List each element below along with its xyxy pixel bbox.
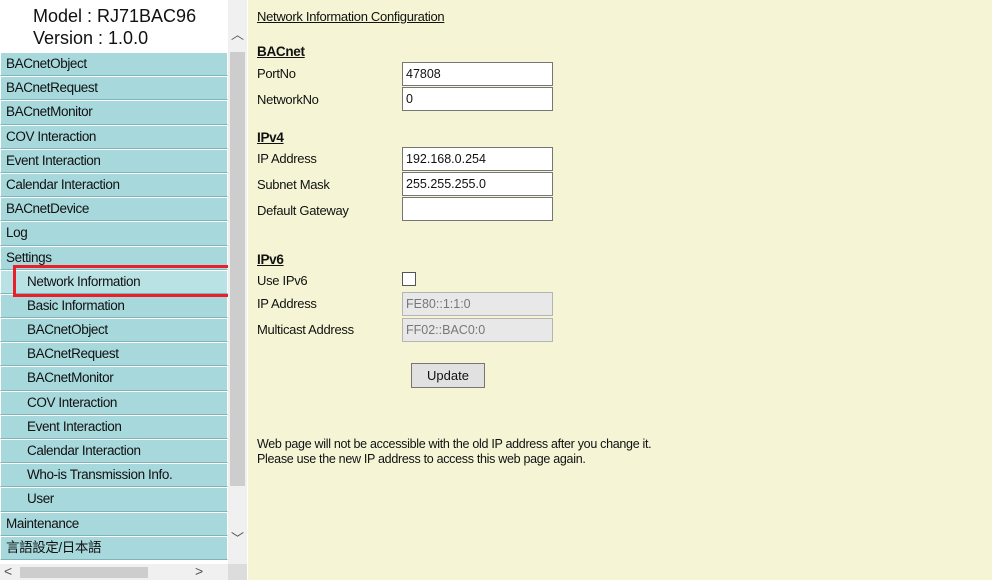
ipv4-heading: IPv4	[257, 130, 284, 145]
navigation-menu: BACnetObject BACnetRequest BACnetMonitor CO…	[0, 52, 228, 560]
port-no-label: PortNo	[257, 66, 296, 81]
menu-item-top-language[interactable]: 言語設定/日本語	[0, 535, 228, 560]
default-gateway-input[interactable]	[402, 197, 553, 221]
menu-item-sub-who-is-transmission-info[interactable]: Who-is Transmission Info.	[0, 463, 228, 488]
menu-item-top-settings[interactable]: Settings	[0, 245, 228, 270]
menu-item-sub-user[interactable]: User	[0, 487, 228, 512]
bacnet-heading: BACnet	[257, 44, 305, 59]
menu-item-top-maintenance[interactable]: Maintenance	[0, 511, 228, 536]
ipv6-heading: IPv6	[257, 252, 284, 267]
warning-note-line-2: Please use the new IP address to access …	[257, 452, 586, 466]
scroll-up-icon[interactable]: ︿	[228, 24, 247, 43]
default-gateway-label: Default Gateway	[257, 203, 349, 218]
ipv4-address-label: IP Address	[257, 151, 317, 166]
use-ipv6-checkbox[interactable]	[402, 272, 416, 286]
model-label: Model : RJ71BAC96	[33, 6, 197, 26]
menu-item-top-bacnetdevice[interactable]: BACnetDevice	[0, 197, 228, 222]
menu-item-sub-basic-information[interactable]: Basic Information	[0, 293, 228, 319]
menu-item-sub-network-information[interactable]: Network Information	[0, 269, 228, 294]
menu-item-top-bacnetrequest[interactable]: BACnetRequest	[0, 76, 228, 101]
ipv4-address-input[interactable]	[402, 147, 553, 171]
menu-item-top-calendar-interaction[interactable]: Calendar Interaction	[0, 172, 228, 198]
menu-item-sub-bacnetrequest[interactable]: BACnetRequest	[0, 342, 228, 367]
port-no-input[interactable]	[402, 62, 553, 86]
scrollbar-corner	[228, 564, 247, 580]
menu-item-sub-bacnetmonitor[interactable]: BACnetMonitor	[0, 366, 228, 391]
version-label: Version : 1.0.0	[33, 28, 149, 48]
menu-item-top-bacnetobject[interactable]: BACnetObject	[0, 52, 228, 77]
menu-item-sub-calendar-interaction[interactable]: Calendar Interaction	[0, 439, 228, 464]
network-no-label: NetworkNo	[257, 92, 319, 107]
multicast-address-input	[402, 318, 553, 342]
menu-item-sub-cov-interaction[interactable]: COV Interaction	[0, 390, 228, 415]
subnet-mask-label: Subnet Mask	[257, 177, 330, 192]
ipv6-address-input	[402, 292, 553, 316]
page-title[interactable]: Network Information Configuration	[257, 9, 445, 24]
horizontal-scroll-thumb[interactable]	[20, 567, 148, 578]
menu-item-top-event-interaction[interactable]: Event Interaction	[0, 148, 228, 173]
scroll-down-icon[interactable]: ﹀	[228, 528, 247, 547]
multicast-address-label: Multicast Address	[257, 322, 354, 337]
scroll-right-icon[interactable]: >	[195, 563, 203, 579]
ipv6-address-label: IP Address	[257, 296, 317, 311]
update-button[interactable]: Update	[411, 363, 485, 388]
scroll-left-icon[interactable]: <	[4, 563, 12, 579]
menu-item-top-log[interactable]: Log	[0, 221, 228, 246]
subnet-mask-input[interactable]	[402, 172, 553, 196]
vertical-scroll-thumb[interactable]	[230, 52, 245, 486]
menu-item-top-cov-interaction[interactable]: COV Interaction	[0, 124, 228, 149]
content-frame: Network Information Configuration BACnet…	[248, 0, 992, 580]
menu-item-sub-bacnetobject[interactable]: BACnetObject	[0, 318, 228, 343]
menu-item-top-bacnetmonitor[interactable]: BACnetMonitor	[0, 100, 228, 125]
warning-note-line-1: Web page will not be accessible with the…	[257, 437, 652, 451]
menu-item-sub-event-interaction[interactable]: Event Interaction	[0, 414, 228, 439]
navigation-frame: Model : RJ71BAC96 Version : 1.0.0 BACnet…	[0, 0, 248, 580]
use-ipv6-label: Use IPv6	[257, 273, 308, 288]
network-no-input[interactable]	[402, 87, 553, 111]
